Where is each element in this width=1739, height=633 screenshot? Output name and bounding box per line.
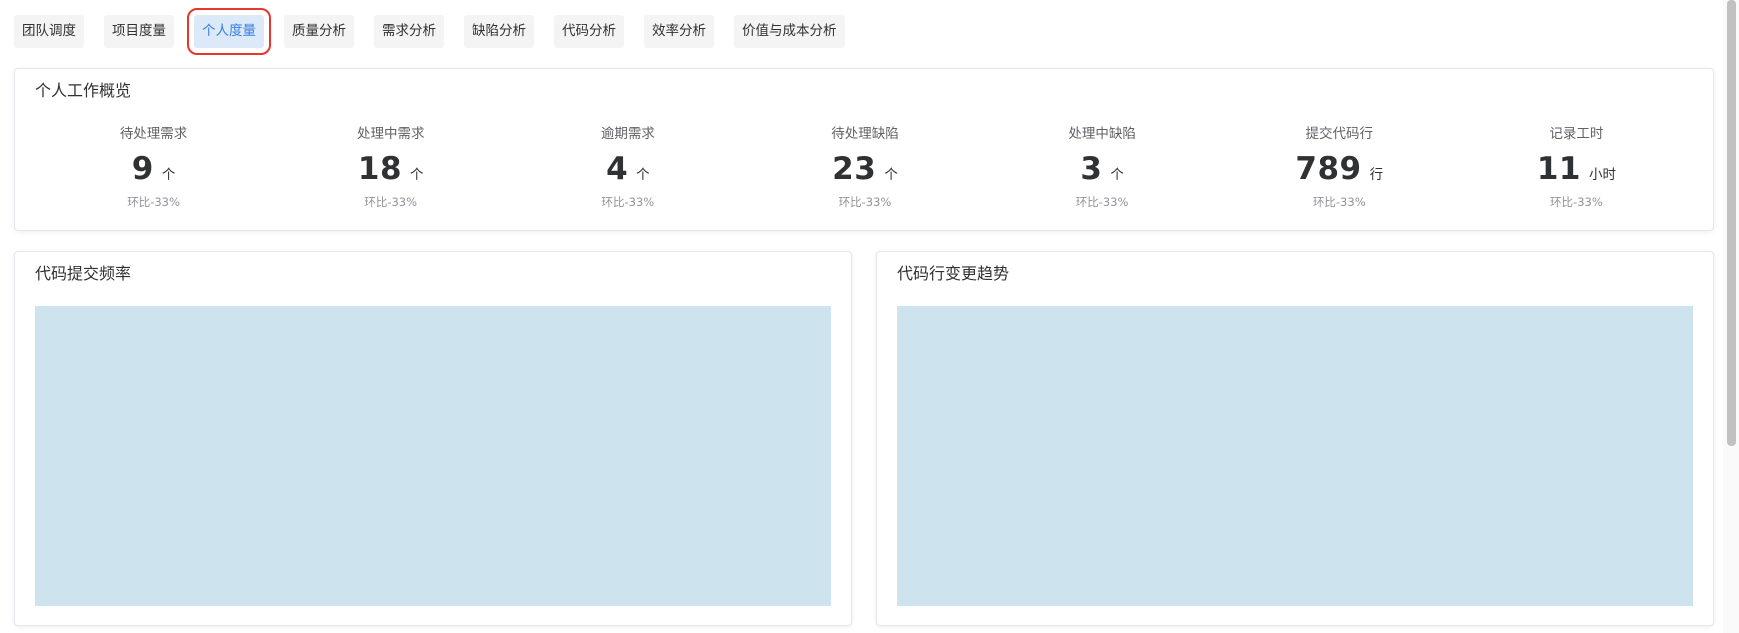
metric-unit: 个 [161,167,176,183]
metric-label: 记录工时 [1549,126,1604,142]
metric-committed-code-lines: 提交代码行 789 行 环比-33% [1221,124,1458,210]
chart-title: 代码提交频率 [35,264,132,283]
tab-quality-analysis[interactable]: 质量分析 [284,15,354,48]
metric-value: 9 [131,151,154,187]
tab-project-metrics[interactable]: 项目度量 [104,15,174,48]
chart-placeholder [35,306,831,606]
overview-card: 个人工作概览 待处理需求 9个 环比-33% 处理中需求 18 个 环比-33% … [14,68,1714,231]
metric-ratio: 环比-33% [364,195,418,209]
metric-pending-requirements: 待处理需求 9个 环比-33% [35,124,272,210]
metric-label: 待处理需求 [119,126,188,142]
chart-title: 代码行变更趋势 [897,264,1010,283]
metric-label: 提交代码行 [1305,126,1374,142]
chart-placeholder [897,306,1693,606]
tab-personal-metrics[interactable]: 个人度量 [187,8,271,55]
metric-label: 待处理缺陷 [831,126,899,142]
metric-pending-defects: 待处理缺陷 23 个 环比-33% [746,124,983,210]
metric-ratio: 环比-33% [838,195,892,209]
code-commit-frequency-card: 代码提交频率 [14,251,852,626]
metric-ratio: 环比-33% [1075,195,1129,209]
metric-label: 处理中需求 [356,126,425,142]
metric-unit: 行 [1369,167,1384,183]
tab-code-analysis[interactable]: 代码分析 [554,15,624,48]
metric-logged-hours: 记录工时 11 小时 环比-33% [1458,124,1695,210]
metric-ratio: 环比-33% [1312,195,1366,209]
metric-unit: 个 [410,167,424,183]
metric-value: 23 [832,151,877,187]
tab-value-cost-analysis[interactable]: 价值与成本分析 [734,15,845,48]
metric-ratio: 环比-33% [1550,195,1603,209]
metric-value: 4 [606,151,629,187]
metric-unit: 小时 [1588,167,1616,183]
metric-value: 11 [1536,151,1581,187]
tab-defect-analysis[interactable]: 缺陷分析 [464,15,534,48]
metric-label: 逾期需求 [600,126,655,142]
metric-unit: 个 [636,167,650,183]
tab-efficiency-analysis[interactable]: 效率分析 [644,15,714,48]
tab-bar: 团队调度 项目度量 个人度量 质量分析 需求分析 缺陷分析 代码分析 效率分析 … [14,8,865,55]
metric-ratio: 环比-33% [601,195,655,209]
metric-ratio: 环比-33% [127,195,180,209]
metrics-row: 待处理需求 9个 环比-33% 处理中需求 18 个 环比-33% 逾期需求 4个… [35,124,1695,210]
metric-label: 处理中缺陷 [1068,126,1136,142]
metric-value: 789 [1295,151,1362,187]
metric-value: 18 [357,151,403,187]
tab-requirement-analysis[interactable]: 需求分析 [374,15,444,48]
metric-in-progress-defects: 处理中缺陷 3个 环比-33% [984,124,1221,210]
metric-unit: 个 [884,167,898,183]
overview-title: 个人工作概览 [35,81,132,100]
scrollbar-thumb[interactable] [1727,0,1736,446]
metric-in-progress-requirements: 处理中需求 18 个 环比-33% [272,124,509,210]
tab-team-scheduling[interactable]: 团队调度 [14,15,84,48]
code-line-change-trend-card: 代码行变更趋势 [876,251,1714,626]
metric-unit: 个 [1110,167,1124,183]
metric-value: 3 [1080,151,1103,187]
metric-overdue-requirements: 逾期需求 4个 环比-33% [509,124,746,210]
